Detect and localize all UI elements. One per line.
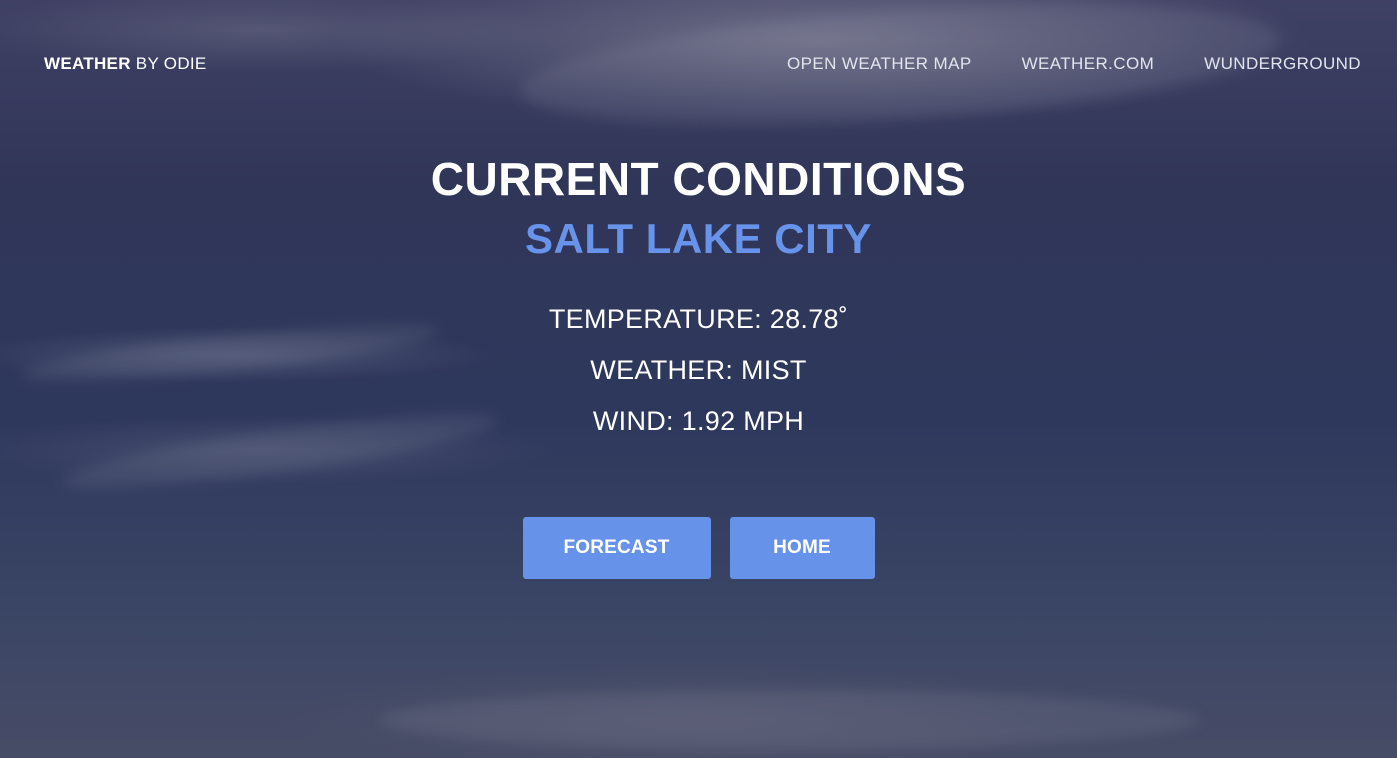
brand-suffix: BY ODIE	[130, 54, 207, 73]
current-conditions-section: CURRENT CONDITIONS SALT LAKE CITY TEMPER…	[0, 150, 1397, 579]
navbar: WEATHER BY ODIE OPEN WEATHER MAP WEATHER…	[0, 52, 1397, 78]
brand-name: WEATHER	[44, 54, 131, 73]
brand-logo[interactable]: WEATHER BY ODIE	[44, 54, 207, 74]
nav-link-weather-com[interactable]: WEATHER.COM	[1022, 54, 1155, 74]
forecast-button[interactable]: FORECAST	[522, 517, 711, 579]
nav-links: OPEN WEATHER MAP WEATHER.COM WUNDERGROUN…	[787, 54, 1361, 74]
wind-readout: WIND: 1.92 MPH	[592, 406, 805, 436]
nav-link-wunderground[interactable]: WUNDERGROUND	[1204, 54, 1361, 74]
action-buttons: FORECAST HOME	[0, 517, 1397, 579]
page-title: CURRENT CONDITIONS	[430, 153, 967, 205]
nav-link-open-weather-map[interactable]: OPEN WEATHER MAP	[787, 54, 972, 74]
page-background: WEATHER BY ODIE OPEN WEATHER MAP WEATHER…	[0, 0, 1397, 758]
home-button[interactable]: HOME	[729, 517, 875, 579]
city-name: SALT LAKE CITY	[525, 215, 872, 262]
weather-readout: WEATHER: MIST	[590, 355, 807, 385]
temperature-readout: TEMPERATURE: 28.78˚	[548, 304, 849, 334]
cloud-decoration	[380, 690, 1200, 750]
conditions-list: TEMPERATURE: 28.78˚ WEATHER: MIST WIND: …	[0, 294, 1397, 447]
